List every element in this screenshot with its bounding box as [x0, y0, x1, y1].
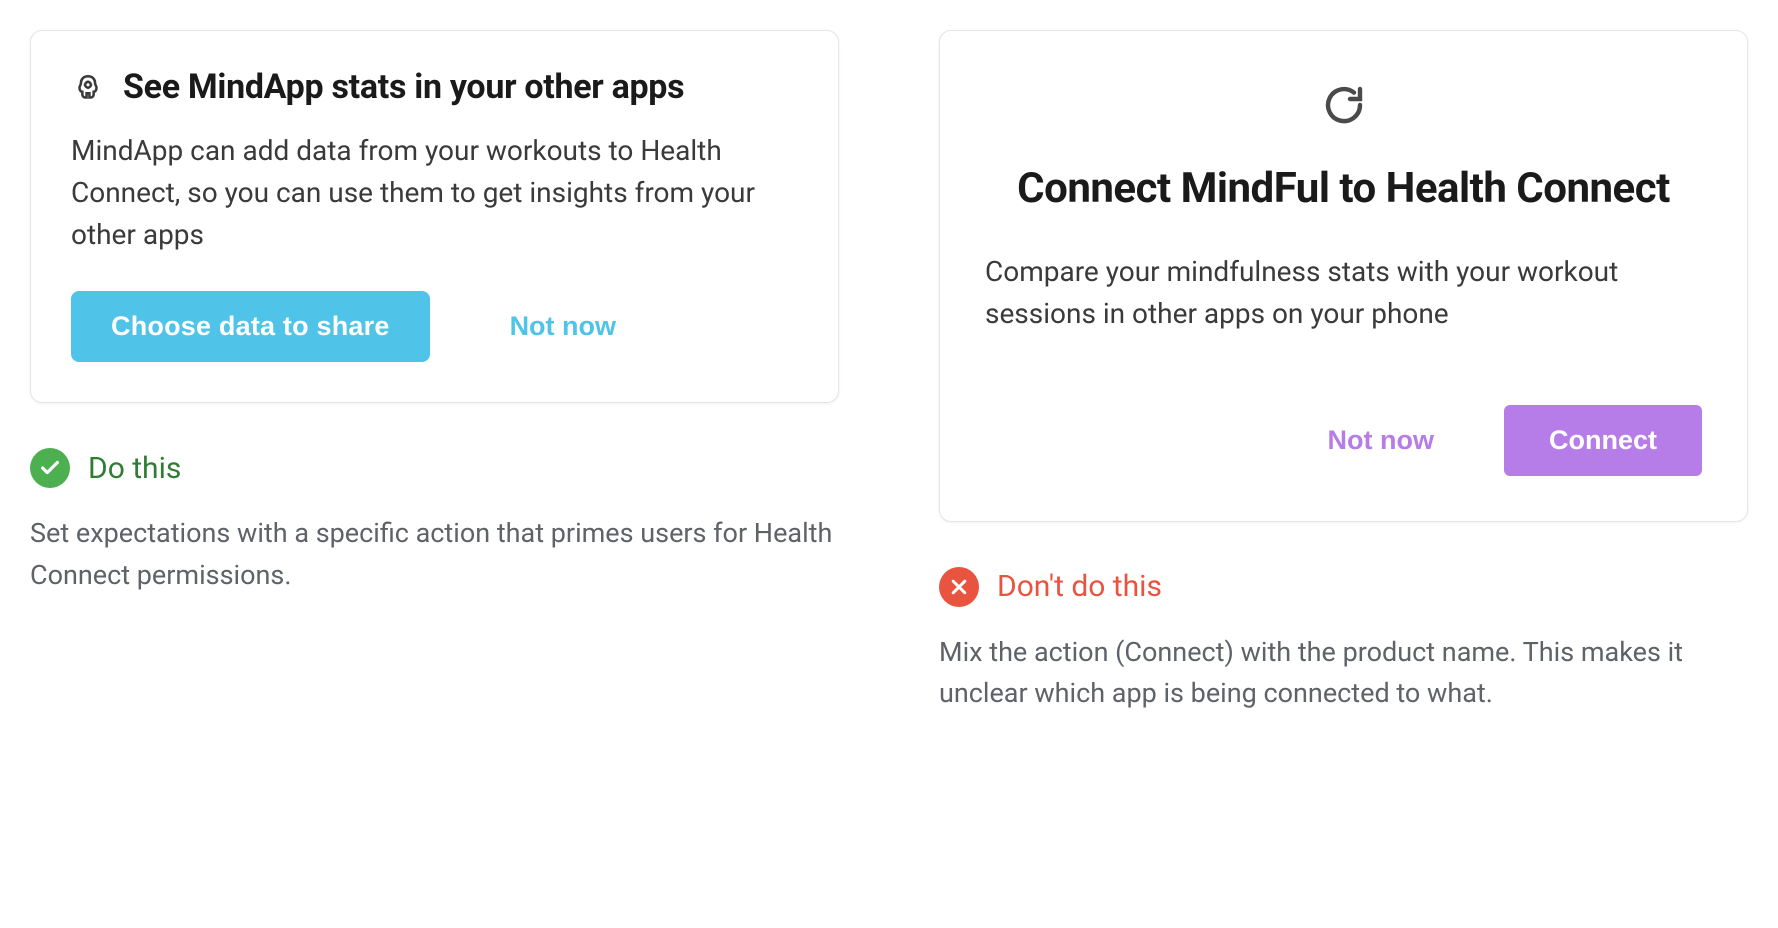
annotation-header: Do this [30, 448, 839, 488]
mindful-card: Connect MindFul to Health Connect Compar… [939, 30, 1748, 522]
card-header: See MindApp stats in your other apps [71, 66, 798, 110]
mindapp-card: See MindApp stats in your other apps Min… [30, 30, 839, 403]
do-annotation: Do this Set expectations with a specific… [30, 448, 839, 597]
dont-column: Connect MindFul to Health Connect Compar… [939, 30, 1748, 715]
not-now-button[interactable]: Not now [1298, 405, 1464, 476]
dont-annotation: Don't do this Mix the action (Connect) w… [939, 567, 1748, 716]
card-actions: Not now Connect [985, 405, 1702, 476]
dont-description: Mix the action (Connect) with the produc… [939, 632, 1748, 716]
not-now-button[interactable]: Not now [460, 291, 666, 362]
do-label: Do this [88, 451, 181, 486]
annotation-header: Don't do this [939, 567, 1748, 607]
check-icon [30, 448, 70, 488]
do-description: Set expectations with a specific action … [30, 513, 839, 597]
do-column: See MindApp stats in your other apps Min… [30, 30, 839, 597]
dont-label: Don't do this [997, 569, 1162, 604]
cross-icon [939, 567, 979, 607]
brain-icon [71, 72, 105, 110]
card-actions: Choose data to share Not now [71, 291, 798, 362]
card-title: Connect MindFul to Health Connect [985, 163, 1702, 216]
card-body: MindApp can add data from your workouts … [71, 130, 798, 256]
connect-button[interactable]: Connect [1504, 405, 1702, 476]
card-title: See MindApp stats in your other apps [123, 66, 684, 109]
sync-icon [1320, 81, 1368, 133]
card-body: Compare your mindfulness stats with your… [985, 251, 1702, 335]
example-container: See MindApp stats in your other apps Min… [30, 30, 1748, 715]
choose-data-button[interactable]: Choose data to share [71, 291, 430, 362]
